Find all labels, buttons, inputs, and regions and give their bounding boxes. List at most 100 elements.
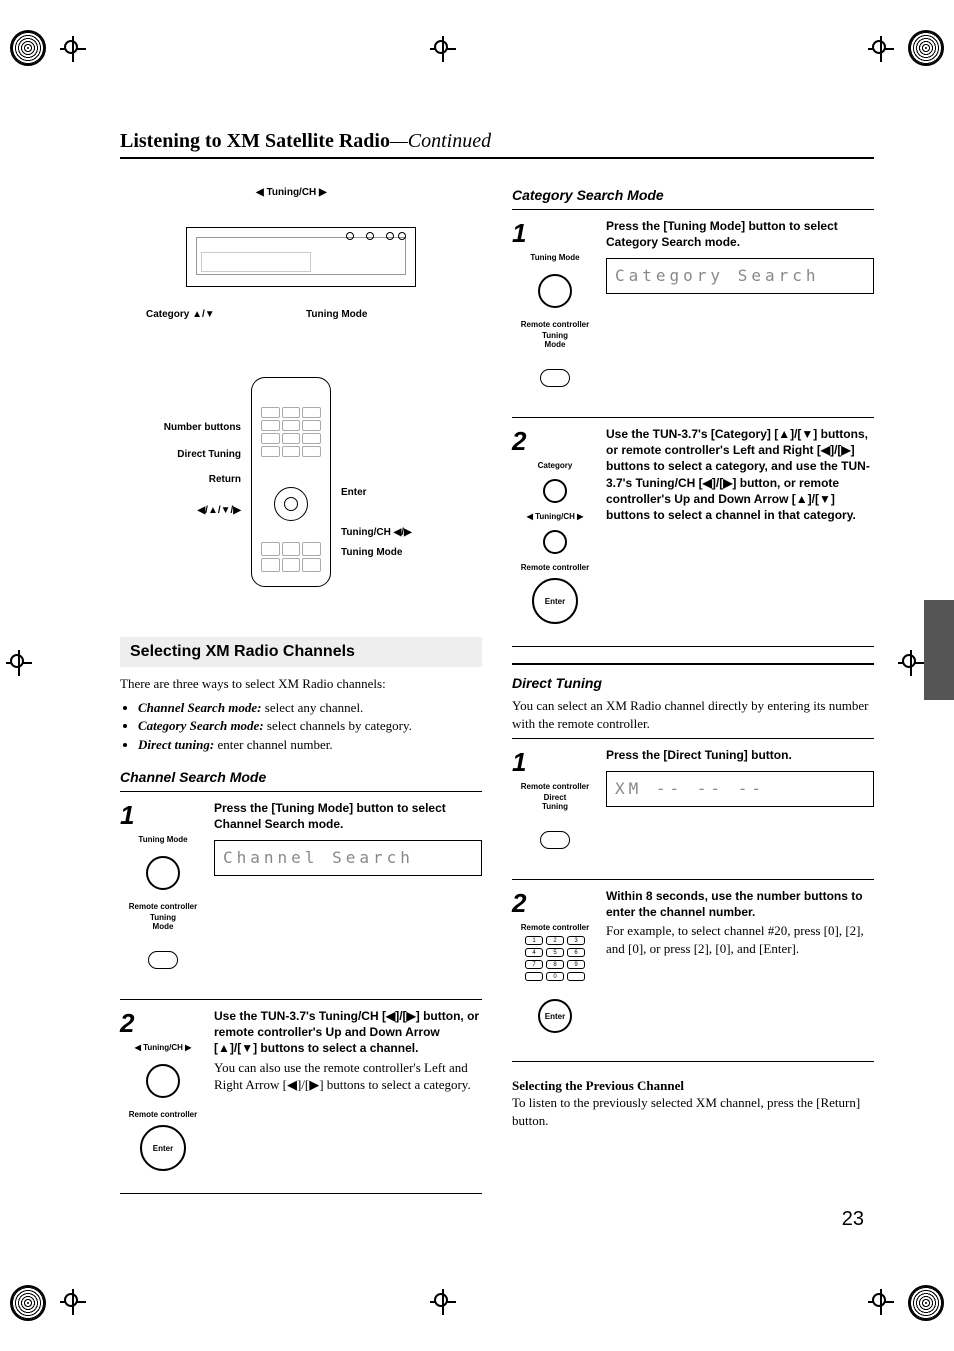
section-selecting-channels: Selecting XM Radio Channels [120, 637, 482, 667]
section-divider [512, 663, 874, 665]
step-text-bold: Use the TUN-3.7's [Category] [▲]/[▼] but… [606, 426, 874, 523]
icon-label: Category [512, 461, 598, 470]
bullet-text: select any channel. [262, 700, 364, 715]
rc-label: Remote controller [120, 1110, 206, 1119]
lcd-display: Category Search [606, 258, 874, 294]
knob-icon [146, 1064, 180, 1098]
knob-icon [398, 232, 406, 240]
callout-tuning-ch: Tuning/CH ◀/▶ [341, 527, 412, 538]
crop-mark [6, 650, 32, 676]
channel-step-2: 2 ◀ Tuning/CH ▶ Remote controller Enter … [120, 999, 482, 1187]
direct-tuning-intro: You can select an XM Radio channel direc… [512, 697, 874, 732]
callout-return: Return [146, 474, 241, 485]
rc-sub: Tuning Mode [512, 331, 598, 349]
right-column: Category Search Mode 1 Tuning Mode Remot… [512, 187, 874, 1194]
keypad-icon: 123 456 789 0 [512, 936, 598, 981]
button-press-icon [148, 951, 178, 969]
page-title-continued: —Continued [390, 130, 491, 152]
icon-label: Tuning Mode [120, 835, 206, 844]
device-lcd [201, 252, 311, 272]
crop-mark [60, 36, 86, 62]
rc-label: Remote controller [512, 923, 598, 932]
category-search-heading: Category Search Mode [512, 187, 874, 203]
step-text: Press the [Direct Tuning] button. [606, 747, 874, 763]
button-press-icon [540, 831, 570, 849]
knob-icon [386, 232, 394, 240]
crop-mark [868, 1289, 894, 1315]
bullet-em: Channel Search mode: [138, 700, 262, 715]
step-number: 2 [120, 1008, 206, 1039]
icon-label: Tuning Mode [512, 253, 598, 262]
direct-step-1: 1 Remote controller Direct Tuning Press … [512, 738, 874, 879]
device-diagram: ◀ Tuning/CH ▶ Category ▲/▼ Tuning Mode [120, 187, 482, 347]
dpad-icon: Enter [140, 1125, 186, 1171]
category-step-1: 1 Tuning Mode Remote controller Tuning M… [512, 209, 874, 417]
step-number: 2 [512, 888, 598, 919]
step-text-bold: Use the TUN-3.7's Tuning/CH [◀]/[▶] butt… [214, 1008, 482, 1057]
rc-label: Remote controller [512, 563, 598, 572]
crop-mark [898, 650, 924, 676]
step-text: Press the [Tuning Mode] button to select… [214, 800, 482, 832]
step-text-plain: For example, to select channel #20, pres… [606, 922, 874, 957]
page-number: 23 [842, 1208, 864, 1231]
rule [120, 1193, 482, 1194]
crop-mark [60, 1289, 86, 1315]
enter-button-icon: Enter [538, 999, 572, 1033]
icon-mid-label: ◀ Tuning/CH ▶ [512, 512, 598, 521]
crop-mark [430, 36, 456, 62]
step-number: 1 [512, 747, 598, 778]
icon-label: ◀ Tuning/CH ▶ [120, 1043, 206, 1052]
callout-tuning-mode: Tuning Mode [306, 309, 367, 320]
channel-search-heading: Channel Search Mode [120, 769, 482, 785]
direct-tuning-heading: Direct Tuning [512, 675, 874, 691]
rc-label: Remote controller [512, 320, 598, 329]
knob-icon [538, 274, 572, 308]
step-number: 1 [120, 800, 206, 831]
channel-step-1: 1 Tuning Mode Remote controller Tuning M… [120, 791, 482, 999]
rule [512, 646, 874, 647]
dpad-icon: Enter [532, 578, 578, 624]
left-column: ◀ Tuning/CH ▶ Category ▲/▼ Tuning Mode [120, 187, 482, 1194]
rc-sub: Direct Tuning [512, 793, 598, 811]
registration-swirl [10, 30, 46, 66]
crop-mark [430, 1289, 456, 1315]
callout-arrows: ◀/▲/▼/▶ [146, 505, 241, 516]
crop-mark [868, 36, 894, 62]
remote-keypad [261, 407, 321, 457]
remote-btns-bottom [261, 542, 321, 572]
registration-swirl [908, 1285, 944, 1321]
knob-icon [543, 479, 567, 503]
selecting-intro: There are three ways to select XM Radio … [120, 675, 482, 693]
rc-sub: Tuning Mode [120, 913, 206, 931]
callout-direct-tuning: Direct Tuning [146, 449, 241, 460]
callout-tuning-ch: ◀ Tuning/CH ▶ [256, 187, 327, 198]
rc-label: Remote controller [120, 902, 206, 911]
callout-category: Category ▲/▼ [146, 309, 215, 320]
knob-icon [146, 856, 180, 890]
step-text-plain: You can also use the remote controller's… [214, 1059, 482, 1094]
callout-number-buttons: Number buttons [146, 422, 241, 433]
bullet-text: enter channel number. [214, 737, 332, 752]
step-number: 1 [512, 218, 598, 249]
step-text: Press the [Tuning Mode] button to select… [606, 218, 874, 250]
bullet-em: Direct tuning: [138, 737, 214, 752]
previous-channel-text: To listen to the previously selected XM … [512, 1094, 874, 1129]
registration-swirl [908, 30, 944, 66]
knob-icon [346, 232, 354, 240]
lcd-display: Channel Search [214, 840, 482, 876]
knob-icon [543, 530, 567, 554]
button-press-icon [540, 369, 570, 387]
registration-swirl [10, 1285, 46, 1321]
rc-label: Remote controller [512, 782, 598, 791]
category-step-2: 2 Category ◀ Tuning/CH ▶ Remote controll… [512, 417, 874, 640]
direct-step-2: 2 Remote controller 123 456 789 0 Enter … [512, 879, 874, 1055]
lcd-display: XM -- -- -- [606, 771, 874, 807]
page-title-text: Listening to XM Satellite Radio [120, 130, 390, 152]
step-number: 2 [512, 426, 598, 457]
page-title: Listening to XM Satellite Radio—Continue… [120, 130, 874, 159]
step-text-bold: Within 8 seconds, use the number buttons… [606, 888, 874, 920]
rule [512, 1061, 874, 1062]
side-index-tab [924, 600, 954, 700]
previous-channel-heading: Selecting the Previous Channel [512, 1078, 874, 1094]
knob-icon [366, 232, 374, 240]
